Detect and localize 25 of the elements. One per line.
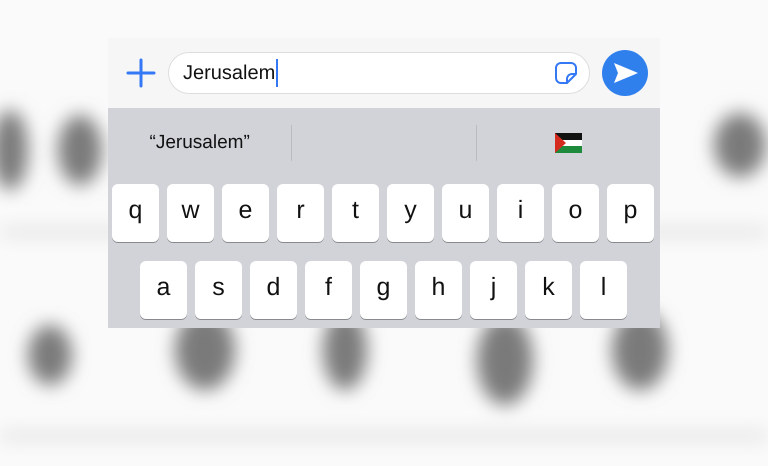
keyboard-key[interactable]: d xyxy=(250,261,297,319)
sticker-icon[interactable] xyxy=(553,60,579,86)
suggestion[interactable]: “Jerusalem” xyxy=(108,108,292,178)
keyboard-key[interactable]: q xyxy=(112,184,159,242)
keyboard-key[interactable]: a xyxy=(140,261,187,319)
keyboard-key[interactable]: f xyxy=(305,261,352,319)
keyboard-key[interactable]: t xyxy=(332,184,379,242)
send-icon[interactable] xyxy=(602,50,648,96)
keyboard-key[interactable]: l xyxy=(580,261,627,319)
keyboard-key[interactable]: r xyxy=(277,184,324,242)
keyboard-key[interactable]: s xyxy=(195,261,242,319)
keyboard-key[interactable]: y xyxy=(387,184,434,242)
keyboard-key[interactable]: g xyxy=(360,261,407,319)
keyboard-key[interactable]: h xyxy=(415,261,462,319)
keyboard-key[interactable]: w xyxy=(167,184,214,242)
keyboard-key[interactable]: p xyxy=(607,184,654,242)
plus-icon[interactable] xyxy=(126,58,156,88)
keyboard-key[interactable]: u xyxy=(442,184,489,242)
flag-icon xyxy=(554,133,582,153)
keyboard-key[interactable]: i xyxy=(497,184,544,242)
keyboard-key[interactable]: o xyxy=(552,184,599,242)
keyboard-key[interactable]: e xyxy=(222,184,269,242)
message-field[interactable]: Jerusalem xyxy=(168,52,590,94)
keyboard-key[interactable]: j xyxy=(470,261,517,319)
keyboard-key[interactable]: k xyxy=(525,261,572,319)
